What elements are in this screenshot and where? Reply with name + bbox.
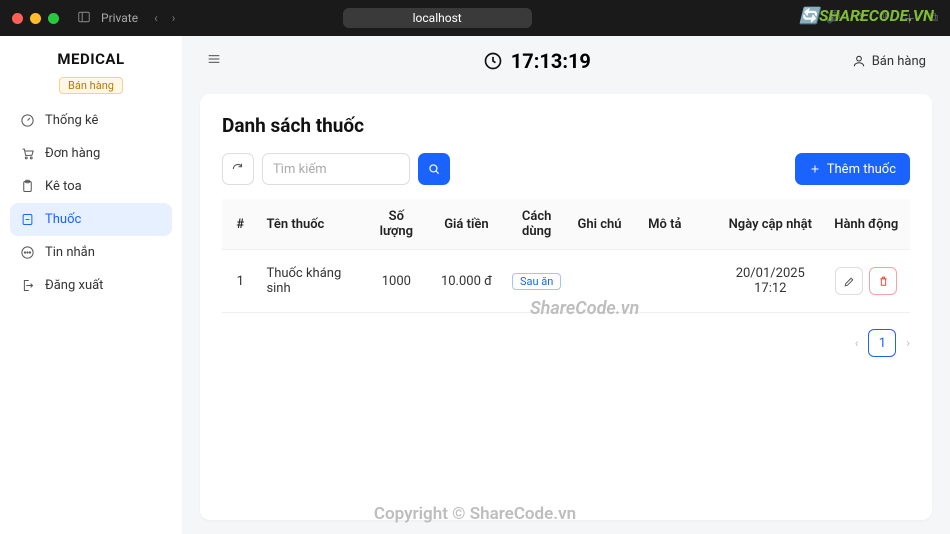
- sidebar-item-label: Kê toa: [45, 179, 82, 194]
- sidebar-item-logout[interactable]: Đăng xuất: [10, 269, 172, 302]
- refresh-icon: [231, 162, 245, 176]
- cell-desc: [640, 250, 718, 313]
- close-window-icon[interactable]: [12, 13, 23, 24]
- cell-note: [570, 250, 641, 313]
- sidebar-item-statistics[interactable]: Thống kê: [10, 104, 172, 137]
- forward-icon[interactable]: ›: [172, 11, 176, 25]
- sidebar-item-label: Thống kê: [45, 113, 98, 128]
- sidebar-item-medicine[interactable]: Thuốc: [10, 203, 172, 236]
- edit-button[interactable]: [835, 267, 863, 295]
- content-card: Danh sách thuốc Thêm thuốc #: [200, 94, 932, 520]
- col-actions: Hành động: [823, 199, 910, 250]
- sales-tag: Bán hàng: [59, 77, 123, 94]
- cart-icon: [20, 146, 35, 161]
- delete-button[interactable]: [869, 267, 897, 295]
- col-desc: Mô tả: [640, 199, 718, 250]
- clock-icon: [483, 51, 503, 71]
- cell-usage: Sau ăn: [504, 250, 570, 313]
- col-name: Tên thuốc: [258, 199, 363, 250]
- col-qty: Số lượng: [364, 199, 429, 250]
- clipboard-icon: [20, 179, 35, 194]
- brand-title: MEDICAL: [10, 50, 172, 68]
- current-page[interactable]: 1: [868, 329, 896, 357]
- sidebar-toggle-icon[interactable]: [77, 10, 91, 27]
- cell-name: Thuốc kháng sinh: [258, 250, 363, 313]
- cell-qty: 1000: [364, 250, 429, 313]
- sidebar-item-orders[interactable]: Đơn hàng: [10, 137, 172, 170]
- sidebar-item-label: Thuốc: [45, 212, 81, 227]
- clock-time: 17:13:19: [511, 49, 591, 73]
- clock-display: 17:13:19: [483, 49, 591, 73]
- add-medicine-button[interactable]: Thêm thuốc: [795, 153, 910, 185]
- sidebar-item-label: Tin nhắn: [45, 245, 95, 260]
- edit-icon: [843, 275, 856, 288]
- sidebar-item-label: Đơn hàng: [45, 146, 100, 161]
- cell-price: 10.000 đ: [429, 250, 504, 313]
- search-button[interactable]: [418, 153, 450, 185]
- table-row: 1 Thuốc kháng sinh 1000 10.000 đ Sau ăn …: [222, 250, 910, 313]
- minimize-window-icon[interactable]: [30, 13, 41, 24]
- search-icon: [427, 162, 441, 176]
- url-bar[interactable]: localhost: [343, 8, 532, 28]
- watermark-logo: 🔄SHARECODE.VN: [799, 6, 934, 25]
- col-price: Giá tiền: [429, 199, 504, 250]
- sidebar-item-messages[interactable]: Tin nhắn: [10, 236, 172, 269]
- col-usage: Cách dùng: [504, 199, 570, 250]
- maximize-window-icon[interactable]: [48, 13, 59, 24]
- col-note: Ghi chú: [570, 199, 641, 250]
- private-mode-label: Private: [101, 11, 138, 25]
- search-input[interactable]: [262, 153, 410, 185]
- user-icon: [852, 54, 866, 68]
- speedometer-icon: [20, 113, 35, 128]
- page-title: Danh sách thuốc: [222, 114, 910, 137]
- col-index: #: [222, 199, 258, 250]
- cell-index: 1: [222, 250, 258, 313]
- pagination: ‹ 1 ›: [222, 329, 910, 357]
- usage-tag: Sau ăn: [512, 273, 561, 290]
- menu-toggle-icon[interactable]: [206, 51, 222, 71]
- sidebar-item-prescription[interactable]: Kê toa: [10, 170, 172, 203]
- topbar: 17:13:19 Bán hàng: [182, 36, 950, 86]
- prev-page-icon[interactable]: ‹: [855, 336, 859, 350]
- sidebar-item-label: Đăng xuất: [45, 278, 103, 293]
- header-user-label: Bán hàng: [872, 54, 926, 69]
- logout-icon: [20, 278, 35, 293]
- header-user-link[interactable]: Bán hàng: [852, 54, 926, 69]
- cell-updated: 20/01/2025 17:12: [718, 250, 823, 313]
- medicine-icon: [20, 212, 35, 227]
- sidebar: MEDICAL Bán hàng Thống kê Đơn hàng Kê to…: [0, 36, 182, 534]
- window-controls: [12, 13, 59, 24]
- next-page-icon[interactable]: ›: [906, 336, 910, 350]
- refresh-button[interactable]: [222, 153, 254, 185]
- add-button-label: Thêm thuốc: [827, 162, 896, 177]
- trash-icon: [877, 275, 890, 288]
- back-icon[interactable]: ‹: [154, 11, 158, 25]
- col-updated: Ngày cập nhật: [718, 199, 823, 250]
- medicine-table: # Tên thuốc Số lượng Giá tiền Cách dùng …: [222, 199, 910, 313]
- plus-icon: [809, 163, 821, 175]
- message-icon: [20, 245, 35, 260]
